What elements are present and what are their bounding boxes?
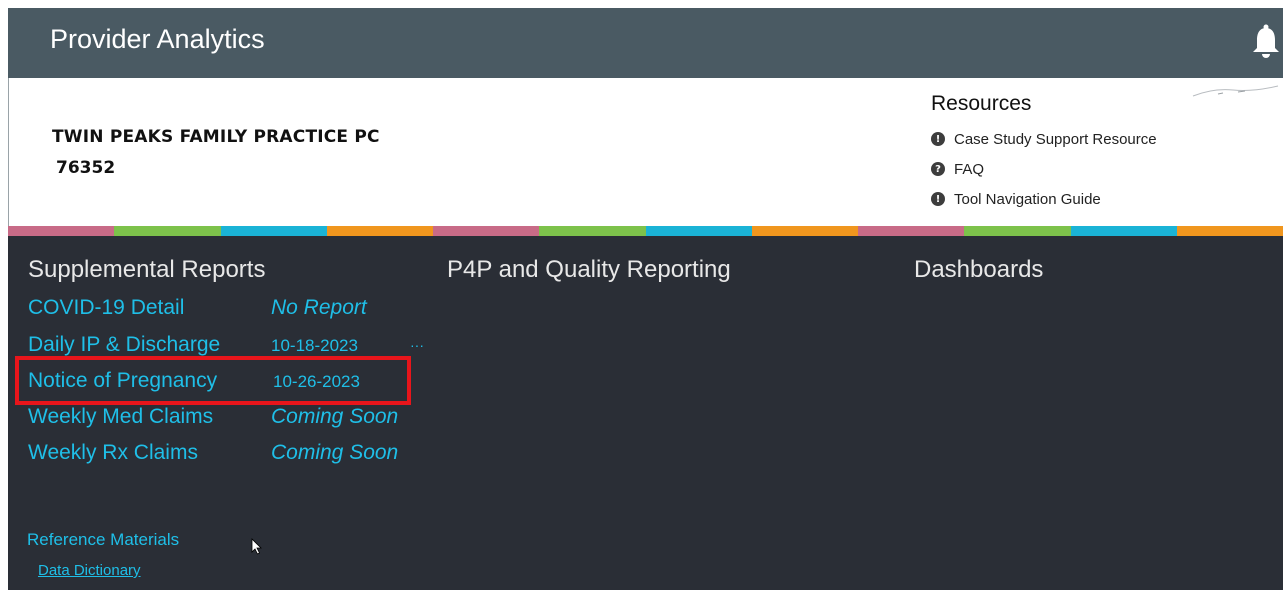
report-name[interactable]: Daily IP & Discharge [28, 333, 220, 357]
provider-id: 76352 [56, 158, 116, 178]
report-name[interactable]: Weekly Med Claims [28, 405, 213, 429]
stripe-segment [114, 226, 221, 236]
resource-label: Tool Navigation Guide [954, 190, 1101, 208]
mouse-cursor-icon [251, 538, 262, 555]
provider-name: TWIN PEAKS FAMILY PRACTICE PC [52, 127, 380, 147]
resource-label: FAQ [954, 160, 985, 178]
data-dictionary-link[interactable]: Data Dictionary [38, 562, 141, 579]
report-row-notice-of-pregnancy[interactable]: Notice of Pregnancy 10-26-2023 [28, 369, 428, 401]
color-stripe [8, 226, 1283, 236]
report-date: 10-26-2023 [273, 372, 360, 391]
resources-panel: Resources ! Case Study Support Resource … [931, 92, 1271, 214]
page: Provider Analytics TWIN PEAKS FAMILY PRA… [0, 0, 1283, 590]
report-row-weekly-med[interactable]: Weekly Med Claims Coming Soon [28, 405, 428, 437]
report-name[interactable]: Notice of Pregnancy [28, 369, 217, 393]
supplemental-reports-heading: Supplemental Reports [28, 256, 266, 283]
more-icon: ··· [410, 337, 424, 353]
info-icon: ! [931, 192, 945, 206]
stripe-segment [964, 226, 1071, 236]
provider-info-panel: TWIN PEAKS FAMILY PRACTICE PC 76352 Reso… [8, 78, 1283, 226]
report-date: 10-18-2023 [271, 336, 358, 355]
info-icon: ! [931, 132, 945, 146]
report-row-covid[interactable]: COVID-19 Detail No Report [28, 296, 428, 328]
p4p-heading: P4P and Quality Reporting [447, 256, 731, 283]
report-status: Coming Soon [271, 441, 399, 464]
report-row-daily-ip[interactable]: Daily IP & Discharge 10-18-2023 ··· [28, 333, 428, 365]
reports-area: Supplemental Reports P4P and Quality Rep… [8, 236, 1283, 590]
stripe-segment [8, 226, 115, 236]
stripe-segment [751, 226, 858, 236]
dashboards-heading: Dashboards [914, 256, 1044, 283]
report-status: No Report [271, 296, 367, 319]
stripe-segment [326, 226, 433, 236]
bell-icon[interactable] [1249, 22, 1283, 62]
help-icon: ? [931, 162, 945, 176]
scribble-mark [1192, 85, 1279, 97]
stripe-segment [220, 226, 327, 236]
resource-label: Case Study Support Resource [954, 130, 1157, 148]
report-status: Coming Soon [271, 405, 399, 428]
stripe-segment [1070, 226, 1177, 236]
reference-materials-heading[interactable]: Reference Materials [27, 530, 179, 550]
resource-link-navigation-guide[interactable]: ! Tool Navigation Guide [931, 184, 1271, 214]
stripe-segment [858, 226, 965, 236]
report-name[interactable]: Weekly Rx Claims [28, 441, 198, 465]
resource-link-faq[interactable]: ? FAQ [931, 154, 1271, 184]
report-name[interactable]: COVID-19 Detail [28, 296, 184, 320]
resource-link-case-study[interactable]: ! Case Study Support Resource [931, 124, 1271, 154]
stripe-segment [433, 226, 540, 236]
report-row-weekly-rx[interactable]: Weekly Rx Claims Coming Soon [28, 441, 428, 473]
stripe-segment [539, 226, 646, 236]
stripe-segment [1176, 226, 1283, 236]
stripe-segment [645, 226, 752, 236]
app-title: Provider Analytics [50, 24, 265, 54]
header-bar: Provider Analytics [8, 8, 1283, 78]
